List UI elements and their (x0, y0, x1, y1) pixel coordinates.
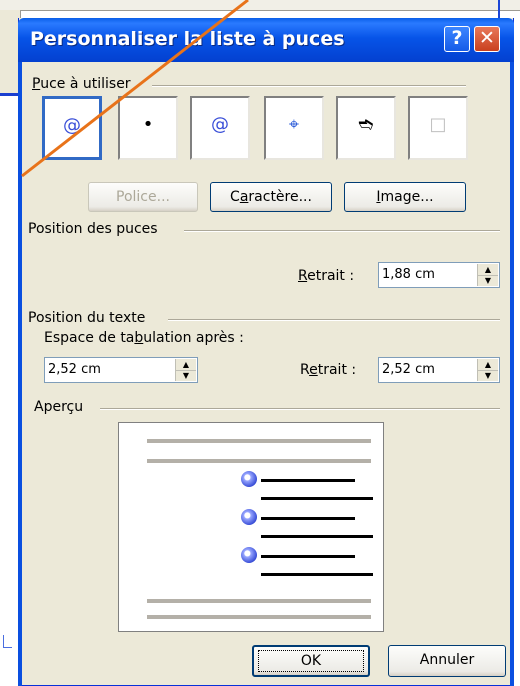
bullet-option-empty[interactable]: □ (408, 96, 468, 160)
caractere-button[interactable]: Caractère... (210, 182, 332, 212)
police-button[interactable]: Police... (88, 182, 198, 212)
dot-bullet-icon: • (142, 114, 154, 135)
dialog-frame-left (18, 62, 22, 686)
preview-text-line (261, 573, 373, 576)
preview-gray-line (147, 439, 371, 443)
bullet-option-spiral-2[interactable]: @ (190, 96, 250, 160)
preview-pane (118, 422, 384, 632)
preview-bullet-icon (241, 471, 257, 487)
ok-button[interactable]: OK (252, 645, 370, 677)
background-toolbar (0, 0, 520, 11)
bullet-indent-label: Retrait : (298, 268, 355, 284)
arrow-bullet-icon: ➬ (358, 114, 374, 135)
spin-down-icon[interactable]: ▼ (478, 275, 498, 286)
preview-bullet-icon (241, 547, 257, 563)
preview-text-line (261, 497, 373, 500)
spin-down-icon[interactable]: ▼ (478, 370, 498, 381)
image-button[interactable]: Image... (344, 182, 466, 212)
bullet-indent-arrows[interactable]: ▲ ▼ (477, 264, 498, 286)
bullet-position-label: Position des puces (28, 221, 158, 237)
text-position-label: Position du texte (28, 310, 146, 326)
preview-label: Aperçu (34, 399, 84, 415)
ok-label: OK (300, 653, 322, 669)
preview-text-line (261, 555, 355, 558)
tab-spacing-label: Espace de tabulation après : (44, 330, 244, 346)
cancel-button[interactable]: Annuler (388, 645, 506, 677)
tab-spacing-arrows[interactable]: ▲ ▼ (175, 359, 196, 381)
preview-separator (100, 408, 500, 410)
bullet-option-arrow[interactable]: ➬ (336, 96, 396, 160)
text-indent-spinner[interactable]: 2,52 cm ▲ ▼ (378, 357, 500, 383)
square-bullet-icon: □ (429, 114, 447, 135)
bullet-group-label: Puce à utiliser (32, 76, 131, 92)
bullet-option-dot[interactable]: • (118, 96, 178, 160)
crosshair-bullet-icon: ⌖ (288, 114, 300, 135)
bullet-indent-value: 1,88 cm (382, 267, 435, 282)
tab-spacing-value: 2,52 cm (48, 362, 101, 377)
preview-gray-line (147, 599, 371, 603)
bullet-group-separator (152, 85, 466, 87)
background-accent (0, 93, 20, 96)
preview-text-line (261, 535, 373, 538)
preview-text-line (261, 517, 355, 520)
dialog-title: Personnaliser la liste à puces (30, 28, 345, 50)
text-position-separator (168, 319, 500, 321)
preview-gray-line (147, 459, 371, 463)
bullet-indent-spinner[interactable]: 1,88 cm ▲ ▼ (378, 262, 500, 288)
dialog-frame-right (510, 62, 514, 686)
bullet-position-separator (184, 230, 500, 232)
bullet-option-spiral[interactable]: @ (42, 96, 102, 160)
spiral-bullet-icon: @ (63, 115, 81, 136)
tab-spacing-spinner[interactable]: 2,52 cm ▲ ▼ (44, 357, 198, 383)
background-mark (3, 635, 12, 648)
text-indent-value: 2,52 cm (382, 362, 435, 377)
text-indent-label: Retrait : (300, 362, 357, 378)
preview-text-line (261, 479, 355, 482)
preview-gray-line (147, 615, 371, 619)
preview-bullet-icon (241, 509, 257, 525)
spin-down-icon[interactable]: ▼ (176, 370, 196, 381)
bullet-option-crosshair[interactable]: ⌖ (264, 96, 324, 160)
close-button[interactable]: ✕ (474, 26, 500, 52)
text-indent-arrows[interactable]: ▲ ▼ (477, 359, 498, 381)
help-button[interactable]: ? (444, 26, 470, 52)
title-bar[interactable]: Personnaliser la liste à puces ? ✕ (18, 18, 514, 62)
spiral-bullet-icon: @ (211, 114, 229, 135)
